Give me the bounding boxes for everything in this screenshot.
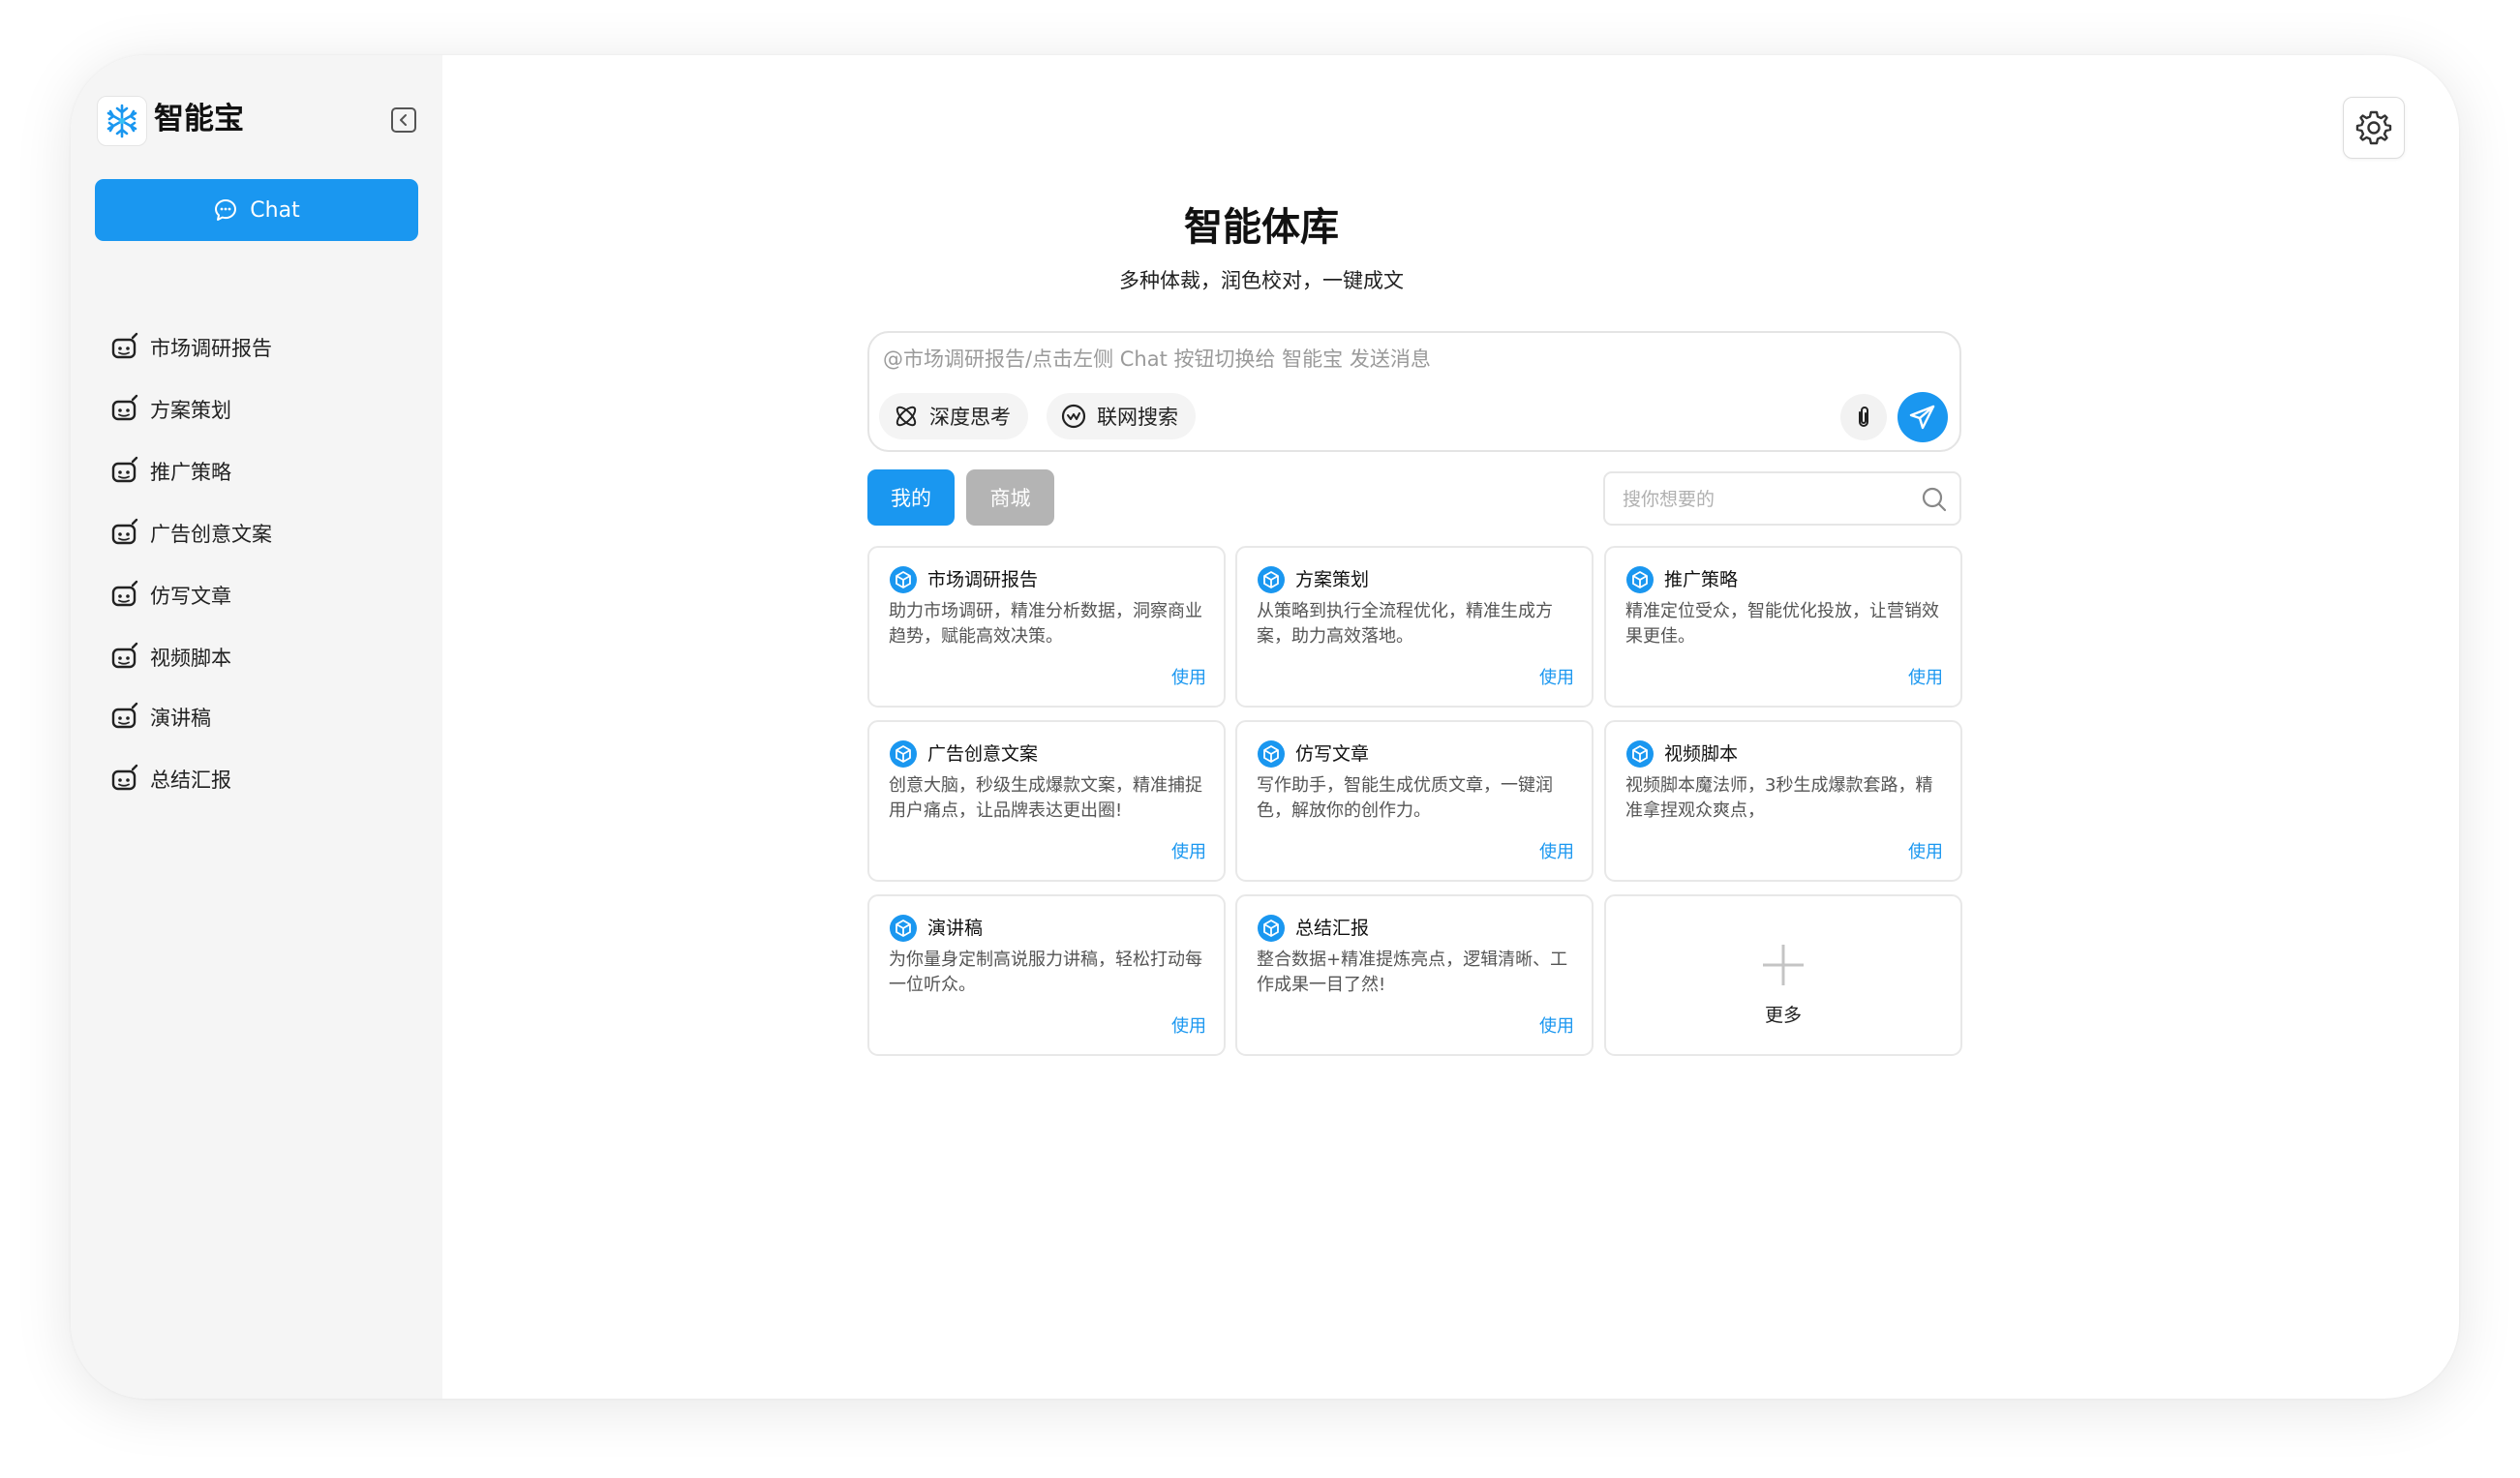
agent-card-title: 视频脚本 <box>1664 743 1739 765</box>
app-window: 智能宝 Chat 市场调研报告 方案策划 推广策略 广告创意文案 仿写文章 视频… <box>71 55 2459 1399</box>
agent-card-description: 助力市场调研，精准分析数据，洞察商业趋势，赋能高效决策。 <box>889 601 1202 647</box>
chat-bubble-icon <box>215 199 237 221</box>
robot-icon <box>111 518 138 545</box>
agent-card[interactable]: 总结汇报 整合数据+精准提炼亮点，逻辑清晰、工作成果一目了然! 使用 <box>1235 894 1594 1056</box>
chat-button-label: Chat <box>250 197 300 223</box>
message-composer: 深度思考 联网搜索 <box>867 331 1961 452</box>
sidebar-item-label: 视频脚本 <box>150 647 231 670</box>
send-button[interactable] <box>1898 392 1948 442</box>
use-button[interactable]: 使用 <box>1539 840 1574 865</box>
deep-think-toggle[interactable]: 深度思考 <box>879 393 1028 439</box>
sidebar-item-label: 仿写文章 <box>150 585 231 608</box>
use-button[interactable]: 使用 <box>1539 666 1574 691</box>
agent-card-title: 广告创意文案 <box>927 743 1039 765</box>
agent-card-description: 为你量身定制高说服力讲稿，轻松打动每一位听众。 <box>889 950 1202 995</box>
chat-button[interactable]: Chat <box>95 179 418 241</box>
agent-card[interactable]: 演讲稿 为你量身定制高说服力讲稿，轻松打动每一位听众。 使用 <box>867 894 1226 1056</box>
robot-icon <box>111 642 138 669</box>
sidebar-item-summary[interactable]: 总结汇报 <box>109 760 400 799</box>
attach-button[interactable] <box>1840 394 1887 440</box>
cube-icon <box>1626 566 1654 593</box>
use-button[interactable]: 使用 <box>1171 1014 1206 1040</box>
agent-card-title: 总结汇报 <box>1295 918 1370 939</box>
plus-icon <box>1763 945 1804 985</box>
agent-card-title: 市场调研报告 <box>927 569 1039 590</box>
use-button[interactable]: 使用 <box>1171 840 1206 865</box>
page-title: 智能体库 <box>1184 205 1339 250</box>
robot-icon <box>111 332 138 359</box>
sidebar-item-speech[interactable]: 演讲稿 <box>109 698 400 737</box>
agent-card[interactable]: 仿写文章 写作助手，智能生成优质文章，一键润色，解放你的创作力。 使用 <box>1235 720 1594 882</box>
settings-button[interactable] <box>2343 97 2405 159</box>
sidebar-item-market-research[interactable]: 市场调研报告 <box>109 328 400 367</box>
sidebar-item-promotion[interactable]: 推广策略 <box>109 452 400 491</box>
sidebar-item-label: 演讲稿 <box>150 707 211 730</box>
sidebar: 智能宝 Chat 市场调研报告 方案策划 推广策略 广告创意文案 仿写文章 视频… <box>71 55 442 1399</box>
collapse-sidebar-icon[interactable] <box>390 106 417 134</box>
app-title: 智能宝 <box>154 102 244 136</box>
agent-card-description: 精准定位受众，智能优化投放，让营销效果更佳。 <box>1625 601 1939 647</box>
agent-card-title: 推广策略 <box>1664 569 1739 590</box>
agent-card-description: 整合数据+精准提炼亮点，逻辑清晰、工作成果一目了然! <box>1257 950 1568 995</box>
more-label: 更多 <box>1764 1005 1802 1026</box>
more-agents-card[interactable]: 更多 <box>1604 894 1962 1056</box>
deep-think-label: 深度思考 <box>929 406 1011 429</box>
sidebar-item-label: 广告创意文案 <box>150 523 272 546</box>
robot-icon <box>111 702 138 729</box>
sidebar-item-plan[interactable]: 方案策划 <box>109 390 400 429</box>
robot-icon <box>111 580 138 607</box>
paperclip-icon <box>1859 407 1868 427</box>
agent-card[interactable]: 广告创意文案 创意大脑，秒级生成爆款文案，精准捕捉用户痛点，让品牌表达更出圈! … <box>867 720 1226 882</box>
agent-card-title: 演讲稿 <box>927 918 984 939</box>
sidebar-item-label: 推广策略 <box>150 461 231 484</box>
use-button[interactable]: 使用 <box>1171 666 1206 691</box>
agent-card-description: 从策略到执行全流程优化，精准生成方案，助力高效落地。 <box>1257 601 1553 647</box>
sidebar-item-video-script[interactable]: 视频脚本 <box>109 638 400 677</box>
use-button[interactable]: 使用 <box>1539 1014 1574 1040</box>
sidebar-item-ad-copy[interactable]: 广告创意文案 <box>109 514 400 553</box>
tab-mine[interactable]: 我的 <box>867 469 955 526</box>
cube-icon <box>1258 740 1285 768</box>
agent-search-input[interactable] <box>1621 483 1905 516</box>
cube-icon <box>1626 740 1654 768</box>
agent-card-description: 创意大脑，秒级生成爆款文案，精准捕捉用户痛点，让品牌表达更出圈! <box>889 775 1202 821</box>
sidebar-item-label: 市场调研报告 <box>150 337 272 360</box>
cube-icon <box>1258 566 1285 593</box>
send-icon <box>1909 405 1935 430</box>
message-input[interactable] <box>881 341 1853 377</box>
use-button[interactable]: 使用 <box>1908 666 1943 691</box>
agent-search <box>1603 471 1961 526</box>
cube-icon <box>890 566 917 593</box>
agent-card-title: 方案策划 <box>1295 569 1370 590</box>
agent-card[interactable]: 视频脚本 视频脚本魔法师，3秒生成爆款套路，精准拿捏观众爽点， 使用 <box>1604 720 1962 882</box>
sidebar-item-rewrite[interactable]: 仿写文章 <box>109 576 400 615</box>
agent-card-description: 写作助手，智能生成优质文章，一键润色，解放你的创作力。 <box>1257 775 1553 821</box>
agent-card[interactable]: 方案策划 从策略到执行全流程优化，精准生成方案，助力高效落地。 使用 <box>1235 546 1594 708</box>
agent-card-title: 仿写文章 <box>1295 743 1370 765</box>
web-search-label: 联网搜索 <box>1097 406 1178 429</box>
tab-store[interactable]: 商城 <box>966 469 1054 526</box>
cube-icon <box>890 740 917 768</box>
agent-card[interactable]: 市场调研报告 助力市场调研，精准分析数据，洞察商业趋势，赋能高效决策。 使用 <box>867 546 1226 708</box>
agent-card[interactable]: 推广策略 精准定位受众，智能优化投放，让营销效果更佳。 使用 <box>1604 546 1962 708</box>
agent-card-description: 视频脚本魔法师，3秒生成爆款套路，精准拿捏观众爽点， <box>1625 775 1933 821</box>
page-subtitle: 多种体裁，润色校对，一键成文 <box>1119 269 1404 292</box>
atom-icon <box>896 406 917 427</box>
robot-icon <box>111 456 138 483</box>
gear-icon <box>2355 110 2392 145</box>
cube-icon <box>890 915 917 942</box>
web-search-icon <box>1061 404 1086 429</box>
sidebar-item-label: 总结汇报 <box>150 769 231 792</box>
use-button[interactable]: 使用 <box>1908 840 1943 865</box>
web-search-toggle[interactable]: 联网搜索 <box>1047 393 1196 439</box>
search-icon[interactable] <box>1921 486 1948 513</box>
sidebar-item-label: 方案策划 <box>150 399 231 422</box>
robot-icon <box>111 394 138 421</box>
cube-icon <box>1258 915 1285 942</box>
robot-icon <box>111 764 138 791</box>
snowflake-icon <box>97 96 147 146</box>
